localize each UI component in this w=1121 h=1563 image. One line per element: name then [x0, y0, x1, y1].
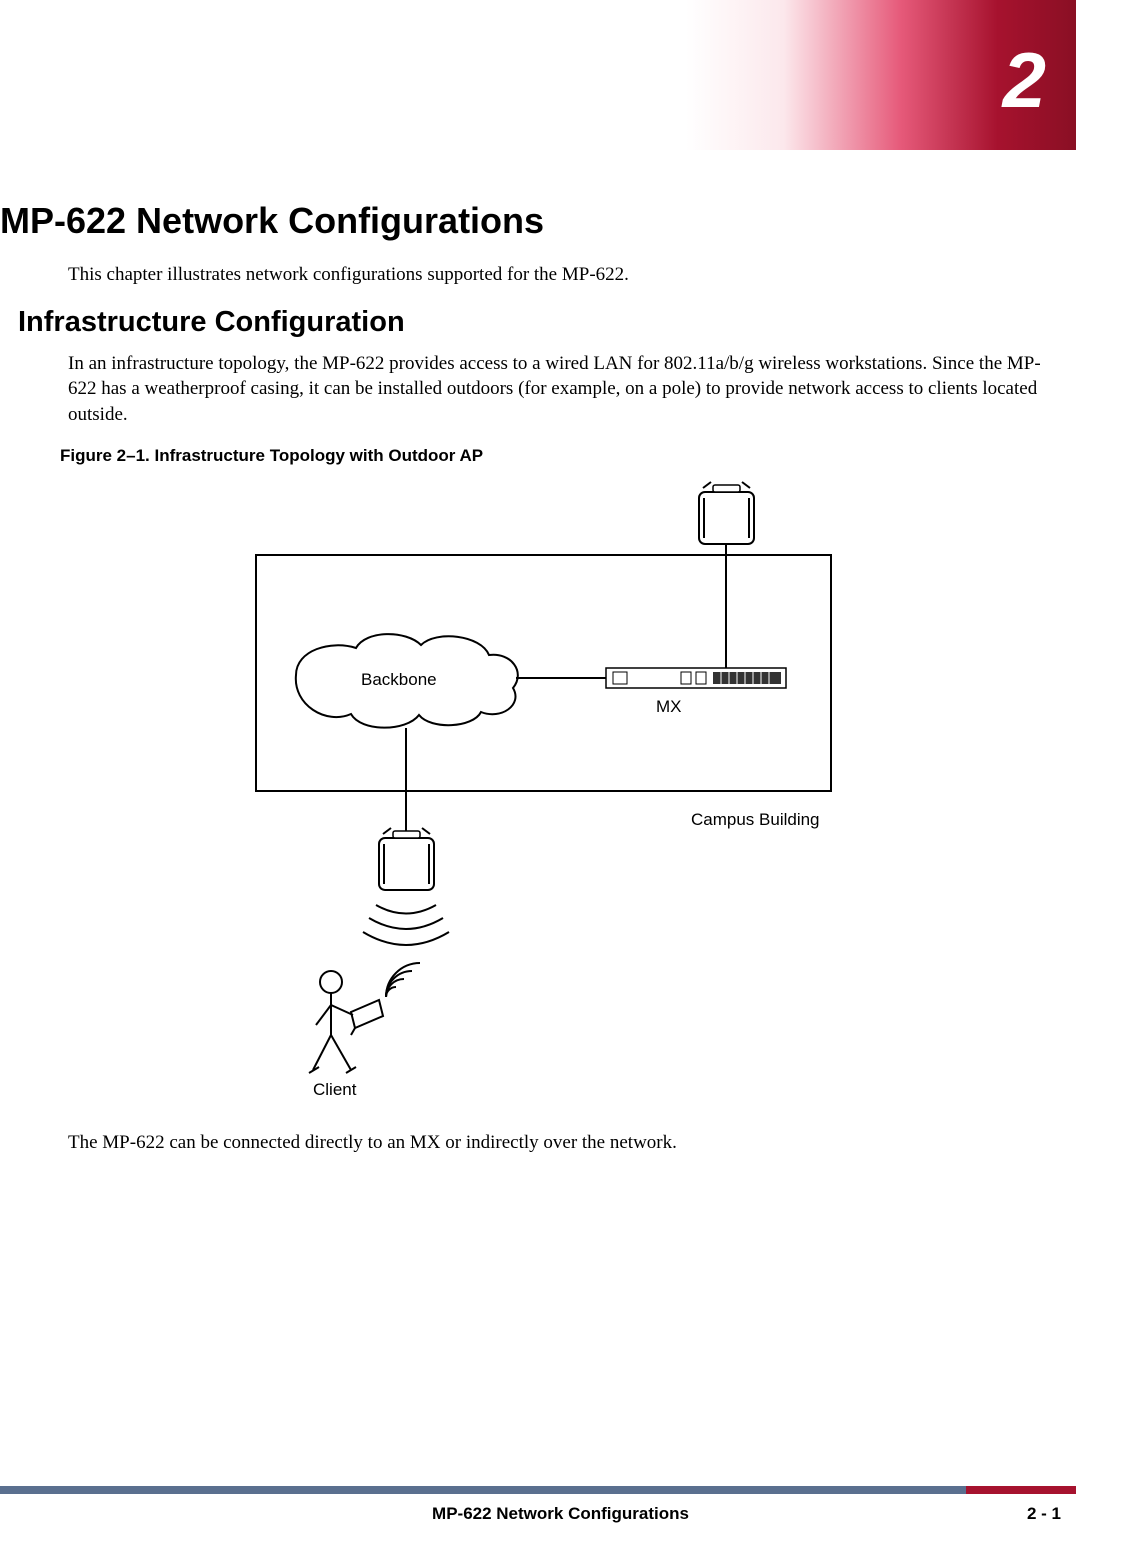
outdoor-ap-icon: [379, 828, 434, 890]
building-label: Campus Building: [691, 810, 820, 829]
backbone-cloud: Backbone: [295, 634, 517, 728]
footer-bar: [0, 1486, 1076, 1494]
chapter-intro: This chapter illustrates network configu…: [68, 262, 1051, 288]
mx-switch: MX: [606, 668, 786, 716]
chapter-title: MP-622 Network Configurations: [0, 200, 1051, 242]
chapter-number: 2: [1003, 35, 1046, 126]
page-footer: MP-622 Network Configurations 2 - 1: [0, 1486, 1121, 1528]
mx-label: MX: [656, 697, 682, 716]
indoor-ap-icon: [699, 482, 754, 544]
network-diagram: Campus Building Backbone: [201, 480, 851, 1100]
backbone-label: Backbone: [361, 670, 437, 689]
footer-bar-accent: [966, 1486, 1076, 1494]
client-icon: [309, 971, 383, 1073]
section-para-2: The MP-622 can be connected directly to …: [68, 1130, 1051, 1156]
client-label: Client: [313, 1080, 357, 1099]
wireless-waves-icon: [363, 905, 449, 945]
section-para-1: In an infrastructure topology, the MP-62…: [68, 351, 1051, 428]
section-title: Infrastructure Configuration: [18, 306, 1051, 339]
figure-caption: Figure 2–1. Infrastructure Topology with…: [60, 446, 1051, 466]
footer-title: MP-622 Network Configurations: [0, 1504, 1121, 1524]
page-content: MP-622 Network Configurations This chapt…: [0, 200, 1121, 1173]
client-wifi-icon: [386, 963, 420, 997]
footer-page-number: 2 - 1: [1027, 1504, 1061, 1524]
